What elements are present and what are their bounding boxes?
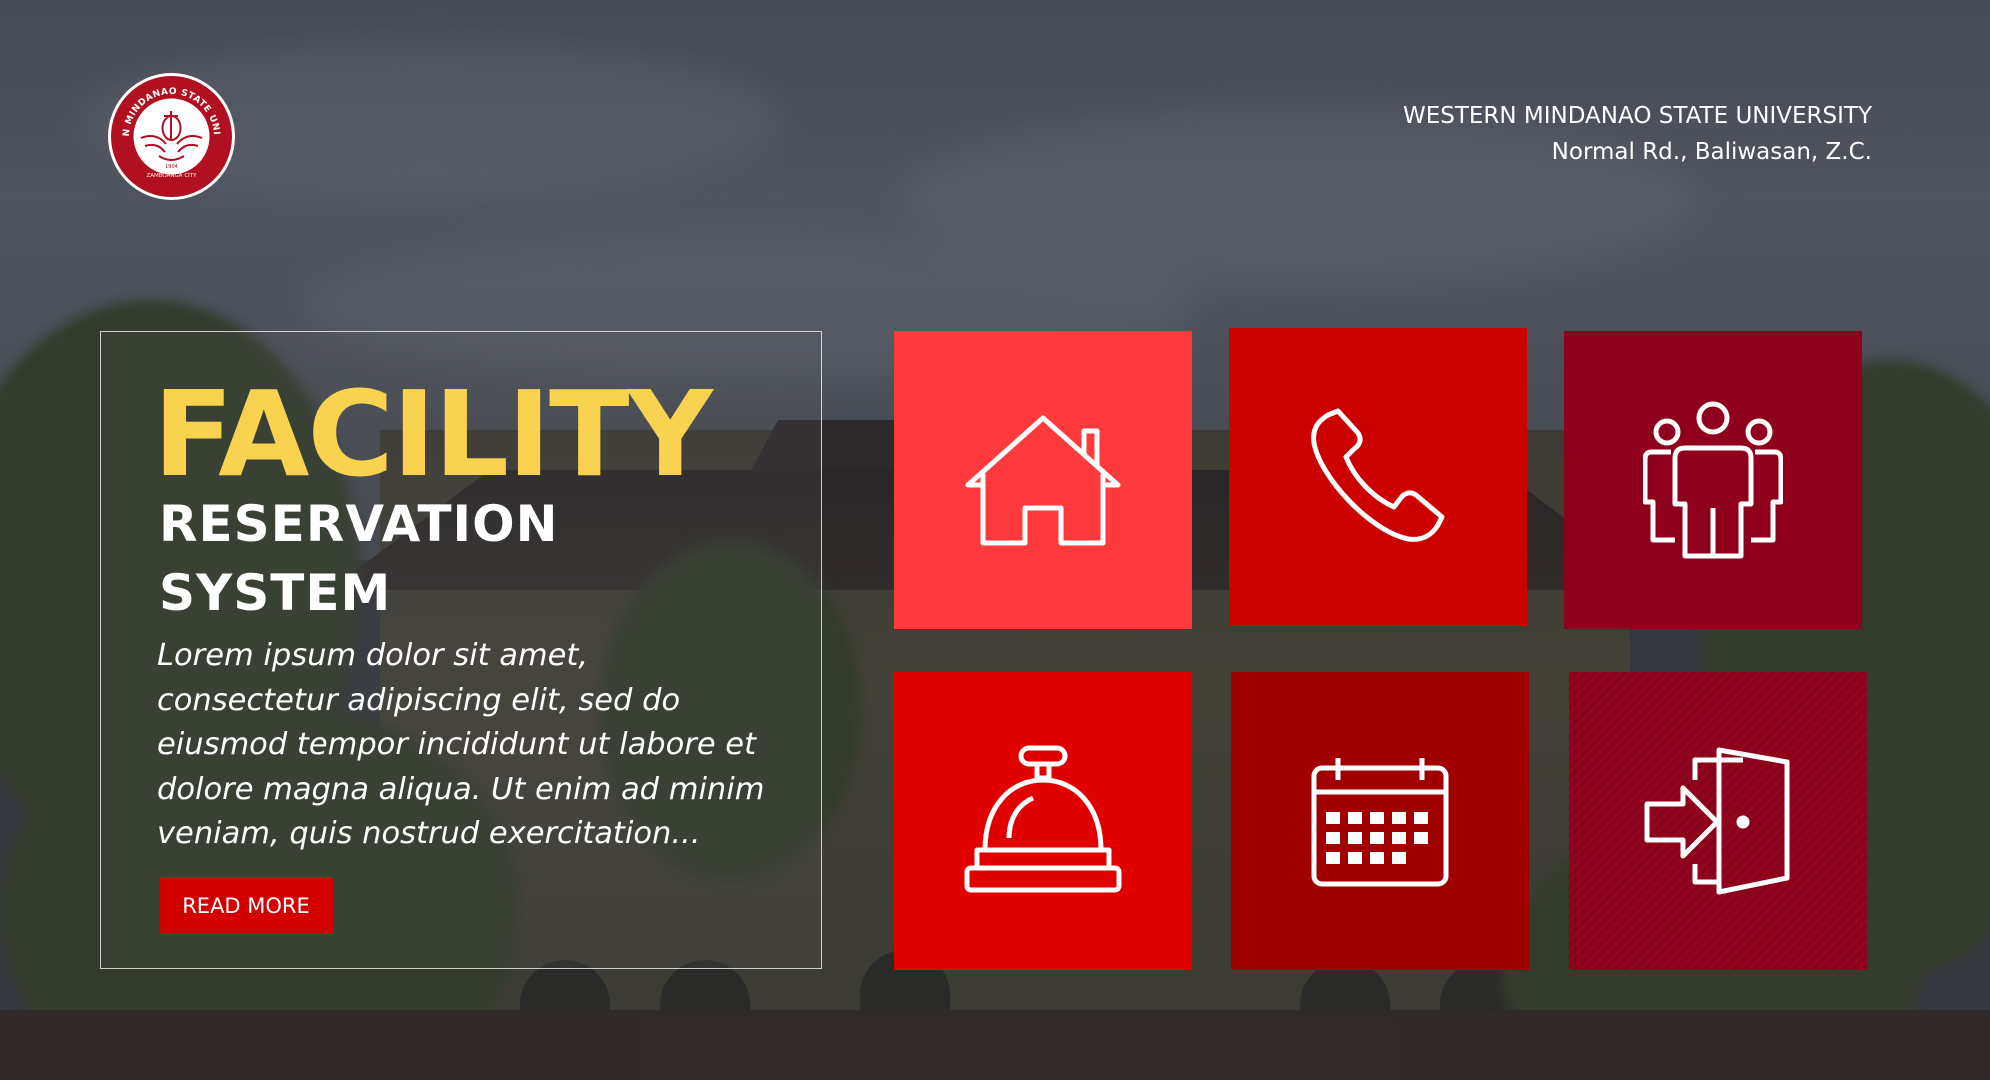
people-tile[interactable] <box>1564 331 1862 629</box>
hero-description: Lorem ipsum dolor sit amet, consectetur … <box>157 638 765 851</box>
exit-door-icon <box>1644 747 1790 895</box>
read-more-button[interactable]: READ MORE <box>159 877 333 934</box>
service-bell-tile[interactable] <box>894 672 1192 970</box>
university-address: Normal Rd., Baliwasan, Z.C. <box>1551 139 1872 165</box>
hero-card: FACILITY RESERVATION SYSTEM Lorem ipsum … <box>100 331 822 969</box>
phone-icon <box>1311 408 1445 542</box>
university-seal-icon: WESTERN MINDANAO STATE UNIVERSITY ZAMBOA… <box>111 76 230 195</box>
people-icon <box>1643 401 1783 559</box>
home-tile[interactable] <box>894 331 1192 629</box>
calendar-icon <box>1311 757 1449 886</box>
seal-year: 1904 <box>165 164 178 170</box>
university-name: WESTERN MINDANAO STATE UNIVERSITY <box>1402 103 1872 129</box>
exit-door-tile[interactable] <box>1569 672 1867 970</box>
hero-subtitle-line1: RESERVATION <box>159 495 559 553</box>
university-logo: WESTERN MINDANAO STATE UNIVERSITY ZAMBOA… <box>108 73 235 200</box>
home-icon <box>965 415 1121 545</box>
university-info: WESTERN MINDANAO STATE UNIVERSITY Normal… <box>1403 98 1872 170</box>
seal-city: ZAMBOANGA CITY <box>146 173 197 179</box>
calendar-tile[interactable] <box>1231 672 1529 970</box>
hero-subtitle-line2: SYSTEM <box>159 564 392 622</box>
service-bell-icon <box>964 745 1122 892</box>
hero-title: FACILITY <box>153 365 713 503</box>
phone-tile[interactable] <box>1229 328 1527 626</box>
